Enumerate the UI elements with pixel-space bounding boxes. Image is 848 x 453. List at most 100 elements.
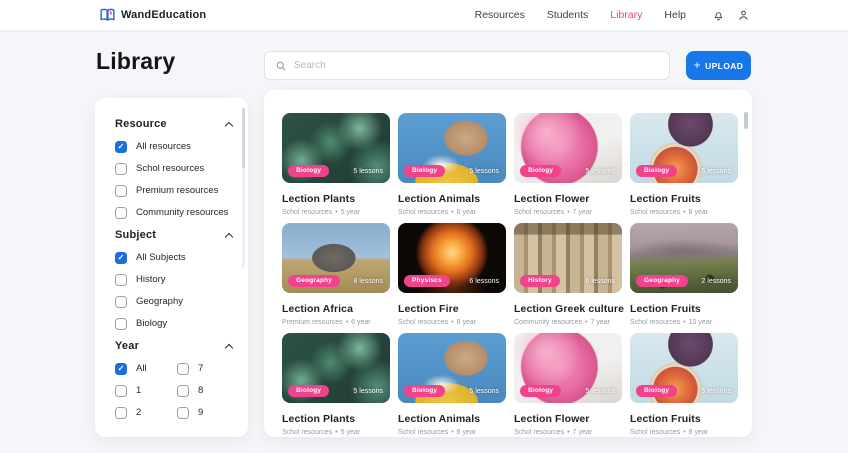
notification-bell-icon[interactable] bbox=[712, 9, 725, 22]
library-card-lection-plants-0[interactable]: Biology 5 lessons Lection Plants Schol r… bbox=[282, 113, 390, 216]
card-resource-type: Schol resources bbox=[398, 319, 448, 326]
card-title: Lection Plants bbox=[282, 193, 390, 205]
filter-item-8[interactable]: 8 bbox=[177, 384, 234, 397]
card-meta: Schol resources•5 year bbox=[282, 429, 390, 436]
library-card-lection-flower-10[interactable]: Biology 5 lessons Lection Flower Schol r… bbox=[514, 333, 622, 436]
user-account-icon[interactable] bbox=[737, 9, 750, 22]
filter-item-9[interactable]: 9 bbox=[177, 406, 234, 419]
checkbox[interactable] bbox=[115, 296, 127, 308]
library-card-lection-animals-9[interactable]: Biology 5 lessons Lection Animals Schol … bbox=[398, 333, 506, 436]
panel-scrollbar-thumb[interactable] bbox=[744, 112, 748, 129]
search-input[interactable] bbox=[294, 60, 659, 71]
card-image-flower: Biology 5 lessons bbox=[514, 113, 622, 183]
filter-item-history[interactable]: History bbox=[115, 273, 234, 286]
checkbox[interactable] bbox=[177, 407, 189, 419]
library-card-lection-fruits-3[interactable]: Biology 5 lessons Lection Fruits Schol r… bbox=[630, 113, 738, 216]
nav-item-help[interactable]: Help bbox=[664, 9, 686, 21]
nav-item-library[interactable]: Library bbox=[610, 9, 642, 21]
chevron-up-icon bbox=[225, 121, 233, 129]
filter-section-title: Year bbox=[115, 340, 139, 352]
filter-item-2[interactable]: 2 bbox=[115, 406, 177, 419]
card-year: 7 year bbox=[573, 209, 592, 216]
checkbox[interactable] bbox=[177, 385, 189, 397]
filter-item-geography[interactable]: Geography bbox=[115, 295, 234, 308]
filter-item-label: History bbox=[136, 274, 166, 285]
checkbox[interactable] bbox=[115, 207, 127, 219]
filter-item-7[interactable]: 7 bbox=[177, 362, 234, 375]
card-resource-type: Schol resources bbox=[630, 429, 680, 436]
filter-item-all-resources[interactable]: ✓ All resources bbox=[115, 140, 234, 153]
filter-item-label: All Subjects bbox=[136, 252, 186, 263]
filter-section-header[interactable]: Subject bbox=[115, 229, 234, 241]
search-bar bbox=[264, 51, 670, 80]
cards-grid: Biology 5 lessons Lection Plants Schol r… bbox=[282, 113, 738, 436]
checkbox[interactable] bbox=[115, 407, 127, 419]
checkbox[interactable] bbox=[115, 385, 127, 397]
filter-item-all[interactable]: ✓ All bbox=[115, 362, 177, 375]
sidebar-scrollbar-thumb[interactable] bbox=[242, 108, 245, 168]
filter-section-header[interactable]: Resource bbox=[115, 118, 234, 130]
library-card-lection-greek-culture-6[interactable]: History 6 lessons Lection Greek culture … bbox=[514, 223, 622, 326]
upload-label: UPLOAD bbox=[705, 61, 743, 71]
checkbox[interactable] bbox=[177, 363, 189, 375]
card-year: 8 year bbox=[689, 209, 708, 216]
filter-item-label: All resources bbox=[136, 141, 191, 152]
top-navbar: WandEducation Resources Students Library He… bbox=[0, 0, 848, 30]
filter-item-community-resources[interactable]: Community resources bbox=[115, 206, 234, 219]
checkbox[interactable] bbox=[115, 185, 127, 197]
checkbox[interactable]: ✓ bbox=[115, 363, 127, 375]
card-meta: Community resources•7 year bbox=[514, 319, 622, 326]
card-image-plants: Biology 5 lessons bbox=[282, 113, 390, 183]
library-card-lection-plants-8[interactable]: Biology 5 lessons Lection Plants Schol r… bbox=[282, 333, 390, 436]
card-meta: Premium resources•6 year bbox=[282, 319, 390, 326]
filter-item-1[interactable]: 1 bbox=[115, 384, 177, 397]
nav-item-students[interactable]: Students bbox=[547, 9, 588, 21]
lessons-count: 5 lessons bbox=[701, 388, 731, 395]
meta-separator: • bbox=[451, 429, 453, 436]
lessons-count: 2 lessons bbox=[701, 278, 731, 285]
subject-badge: Geography bbox=[636, 275, 688, 288]
subject-badge: Physiscs bbox=[404, 275, 450, 288]
filter-section-resource: Resource ✓ All resources Schol resources… bbox=[115, 118, 234, 219]
card-image-figs: Biology 5 lessons bbox=[630, 333, 738, 403]
meta-separator: • bbox=[567, 429, 569, 436]
brand-logo[interactable]: WandEducation bbox=[100, 8, 206, 22]
card-title: Lection Flower bbox=[514, 413, 622, 425]
checkbox[interactable] bbox=[115, 163, 127, 175]
filter-section-title: Resource bbox=[115, 118, 167, 130]
filter-item-biology[interactable]: Biology bbox=[115, 317, 234, 330]
library-card-lection-africa-4[interactable]: Geography 8 lessons Lection Africa Premi… bbox=[282, 223, 390, 326]
card-image-figs: Biology 5 lessons bbox=[630, 113, 738, 183]
library-card-lection-fruits-7[interactable]: Geography 2 lessons Lection Fruits Schol… bbox=[630, 223, 738, 326]
card-year: 8 year bbox=[689, 429, 708, 436]
filter-section-header[interactable]: Year bbox=[115, 340, 234, 352]
page-title: Library bbox=[96, 48, 175, 75]
chevron-up-icon bbox=[225, 343, 233, 351]
filter-items: ✓ All resources Schol resources Premium … bbox=[115, 140, 234, 219]
card-image-plants: Biology 5 lessons bbox=[282, 333, 390, 403]
card-resource-type: Schol resources bbox=[282, 209, 332, 216]
upload-button[interactable]: + UPLOAD bbox=[686, 51, 751, 80]
checkbox[interactable] bbox=[115, 274, 127, 286]
card-year: 10 year bbox=[689, 319, 712, 326]
library-card-lection-flower-2[interactable]: Biology 5 lessons Lection Flower Schol r… bbox=[514, 113, 622, 216]
meta-separator: • bbox=[683, 319, 685, 326]
plus-icon: + bbox=[694, 59, 701, 71]
filter-item-label: Premium resources bbox=[136, 185, 218, 196]
card-year: 6 year bbox=[457, 209, 476, 216]
checkbox[interactable]: ✓ bbox=[115, 141, 127, 153]
card-resource-type: Schol resources bbox=[630, 209, 680, 216]
lessons-count: 8 lessons bbox=[353, 278, 383, 285]
filter-item-premium-resources[interactable]: Premium resources bbox=[115, 184, 234, 197]
filter-item-schol-resources[interactable]: Schol resources bbox=[115, 162, 234, 175]
library-card-lection-fire-5[interactable]: Physiscs 6 lessons Lection Fire Schol re… bbox=[398, 223, 506, 326]
lessons-count: 6 lessons bbox=[585, 278, 615, 285]
library-card-lection-animals-1[interactable]: Biology 5 lessons Lection Animals Schol … bbox=[398, 113, 506, 216]
card-resource-type: Schol resources bbox=[282, 429, 332, 436]
library-card-lection-fruits-11[interactable]: Biology 5 lessons Lection Fruits Schol r… bbox=[630, 333, 738, 436]
checkbox[interactable] bbox=[115, 318, 127, 330]
nav-item-resources[interactable]: Resources bbox=[475, 9, 525, 21]
filter-item-all-subjects[interactable]: ✓ All Subjects bbox=[115, 251, 234, 264]
library-panel: Biology 5 lessons Lection Plants Schol r… bbox=[264, 90, 752, 437]
checkbox[interactable]: ✓ bbox=[115, 252, 127, 264]
